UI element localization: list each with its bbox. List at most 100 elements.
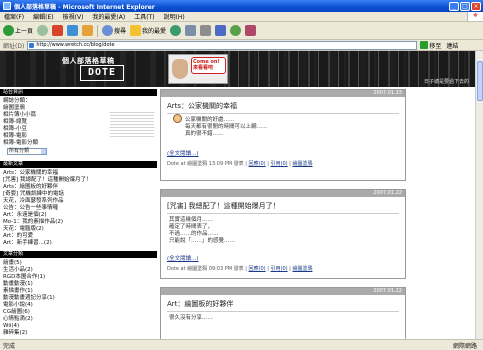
- post-body-line: 確定了時間表了，: [169, 224, 214, 230]
- recent-post-link[interactable]: 天花：電腦版(2): [3, 226, 154, 233]
- back-label: 上一頁: [15, 28, 34, 35]
- minimize-button[interactable]: _: [449, 1, 459, 11]
- recent-post-link[interactable]: Art：新手練習...(2): [3, 240, 154, 247]
- security-zone: 網際網路: [452, 342, 477, 350]
- sidebar-link[interactable]: 相簿-電影分類: [3, 140, 154, 147]
- recent-post-link[interactable]: [咒害] 我總配了！這種開始爆月了！: [3, 177, 154, 184]
- comments-link[interactable]: 回應(0): [249, 266, 266, 272]
- research-button[interactable]: [245, 25, 257, 36]
- back-button[interactable]: 上一頁: [3, 25, 33, 36]
- favorites-button[interactable]: 我的最愛: [130, 25, 166, 36]
- menu-help[interactable]: 說明(H): [164, 12, 185, 21]
- mail-icon: [185, 25, 197, 36]
- category-select-value: 所有分類: [9, 148, 30, 154]
- toolbar-separator: [97, 24, 99, 37]
- category-select[interactable]: 所有分類: [7, 148, 47, 155]
- scrollbar-thumb[interactable]: [477, 61, 483, 101]
- mail-button[interactable]: [185, 25, 197, 36]
- category-link[interactable]: 心情點滴(2): [3, 316, 154, 323]
- comments-link[interactable]: 回應(0): [249, 161, 266, 167]
- post-date: 2007.01.22: [161, 288, 405, 295]
- category-link[interactable]: RGD本圖合作(1): [3, 274, 154, 281]
- emoticon-icon: [173, 114, 182, 123]
- trackback-link[interactable]: 引用(0): [271, 161, 288, 167]
- avatar-face-icon: [172, 59, 188, 79]
- post-footer: Dote at 繪圖塗鴉 13:09 PM 發表 | 回應(0) | 引用(0)…: [167, 161, 313, 167]
- chevron-down-icon: [41, 149, 46, 154]
- post-body-line: 其實這幾個月……: [169, 217, 214, 223]
- category-tag-link[interactable]: 繪圖塗鴉: [292, 266, 312, 272]
- menu-view[interactable]: 檢視(V): [63, 12, 84, 21]
- category-link[interactable]: 生活小品(2): [3, 267, 154, 274]
- messenger-button[interactable]: [230, 25, 242, 36]
- maximize-button[interactable]: □: [460, 1, 470, 11]
- post-footer: Dote at 繪圖塗鴉 09:03 PM 發表 | 回應(0) | 引用(0)…: [167, 266, 313, 272]
- category-tag-link[interactable]: 繪圖塗鴉: [292, 161, 312, 167]
- menu-tools[interactable]: 工具(T): [134, 12, 154, 21]
- sidebar-line: 網誌分類：: [3, 98, 31, 104]
- recent-post-link[interactable]: 公告：公告一些事情囉: [3, 205, 154, 212]
- links-button[interactable]: 連結: [446, 41, 458, 50]
- post-body-line: 每天都有很閒的時間可以上網……: [185, 124, 268, 130]
- post-title[interactable]: [咒害] 我總配了！這種開始爆月了！: [161, 197, 405, 213]
- recent-post-link[interactable]: Art：的可愛: [3, 233, 154, 240]
- sidebar-heading-categories: 文章分類: [0, 251, 157, 258]
- read-more-link[interactable]: (全文閱讀...): [161, 254, 405, 262]
- category-link[interactable]: 繪畫(5): [3, 260, 154, 267]
- recent-post-link[interactable]: Art：永遠是個(2): [3, 212, 154, 219]
- category-link[interactable]: 雜碎集(2): [3, 330, 154, 337]
- go-arrow-icon: [420, 41, 429, 49]
- post-body-line: 不過……的作品……: [169, 231, 219, 237]
- windows-logo-icon: ❖: [467, 12, 483, 21]
- sidebar-heading-recent: 最新文章: [0, 161, 157, 168]
- page-viewport: 個人部落格草稿 DOTE Come on! 來看看吧 日子總是要過下去的 站台資…: [0, 51, 475, 339]
- post-title[interactable]: Arts：公家機關的幸福: [161, 97, 405, 113]
- category-link[interactable]: 素描畫作(1): [3, 288, 154, 295]
- search-button[interactable]: 搜尋: [102, 25, 126, 36]
- category-link[interactable]: 動漫動畫週記分享(1): [3, 295, 154, 302]
- recent-post-link[interactable]: [奇耍] 咒機訓練中的電話: [3, 191, 154, 198]
- address-input[interactable]: http://www.wretch.cc/blog/dote: [27, 40, 418, 50]
- post-body-line: 很久沒有分享……: [169, 315, 214, 321]
- refresh-button[interactable]: [67, 25, 79, 36]
- blog-logo[interactable]: DOTE: [80, 65, 124, 81]
- go-label: 移至: [429, 42, 442, 50]
- category-link[interactable]: Wii(4): [3, 323, 154, 330]
- recent-post-link[interactable]: 天花，冷面瑟發系列作品: [3, 198, 154, 205]
- category-link[interactable]: 動畫動漫(1): [3, 281, 154, 288]
- go-button[interactable]: 移至: [420, 41, 441, 50]
- blog-header: 個人部落格草稿 DOTE Come on! 來看看吧 日子總是要過下去的: [0, 51, 475, 87]
- menu-edit[interactable]: 編輯(E): [33, 12, 53, 21]
- home-button[interactable]: [82, 25, 94, 36]
- vertical-scrollbar[interactable]: [475, 51, 483, 339]
- recent-post-link[interactable]: Mo-1：我的素描作品(2): [3, 219, 154, 226]
- refresh-icon: [67, 25, 79, 36]
- window-titlebar: 個人部落格草稿 - Microsoft Internet Explorer _ …: [0, 0, 483, 12]
- edit-button[interactable]: [215, 25, 227, 36]
- recent-post-link[interactable]: Arts：公家機關的幸福: [3, 170, 154, 177]
- post-date: 2007.01.22: [161, 190, 405, 197]
- read-more-link[interactable]: (全文閱讀...): [161, 149, 405, 157]
- forward-button[interactable]: [37, 25, 49, 36]
- stop-button[interactable]: [52, 25, 64, 36]
- header-avatar-banner[interactable]: Come on! 來看看吧: [168, 54, 228, 84]
- sidebar-section-categories: 繪畫(5) 生活小品(2) RGD本圖合作(1) 動畫動漫(1) 素描畫作(1)…: [0, 258, 157, 339]
- recent-post-link[interactable]: Arts：繪圖板的好夥伴: [3, 184, 154, 191]
- research-icon: [245, 25, 257, 36]
- category-link[interactable]: 電影小說(4): [3, 302, 154, 309]
- search-label: 搜尋: [114, 28, 127, 35]
- close-button[interactable]: ×: [471, 1, 481, 11]
- menubar: 檔案(F) 編輯(E) 檢視(V) 我的最愛(A) 工具(T) 說明(H) ❖: [0, 12, 483, 22]
- post-title[interactable]: Art：繪圖板的好夥伴: [161, 295, 405, 311]
- blog-post: 2007.01.22 Art：繪圖板的好夥伴 很久沒有分享……: [160, 287, 406, 339]
- menu-favorites[interactable]: 我的最愛(A): [92, 12, 125, 21]
- edit-icon: [215, 25, 227, 36]
- category-link[interactable]: CG繪圖(6): [3, 309, 154, 316]
- history-button[interactable]: [170, 25, 182, 36]
- menu-file[interactable]: 檔案(F): [4, 12, 24, 21]
- print-button[interactable]: [200, 25, 212, 36]
- posts-column: 2007.01.23 Arts：公家機關的幸福 公家機關的好處…… 每天都有很閒…: [160, 89, 406, 339]
- messenger-icon: [230, 25, 242, 36]
- post-meta: Dote at 繪圖塗鴉 09:03 PM 發表: [167, 266, 244, 272]
- trackback-link[interactable]: 引用(0): [271, 266, 288, 272]
